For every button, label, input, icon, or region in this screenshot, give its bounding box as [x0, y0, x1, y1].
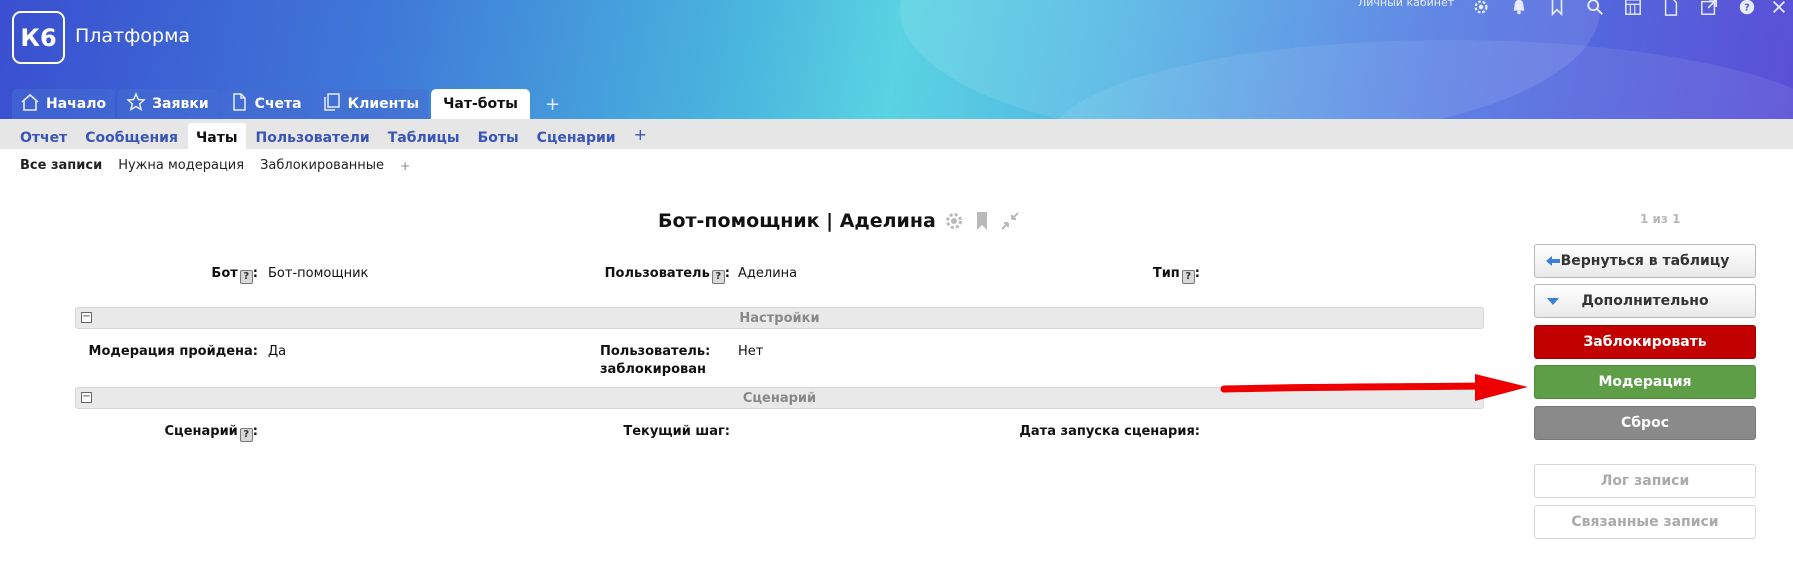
- user-field-value[interactable]: Аделина: [738, 266, 797, 281]
- tab-label: Заявки: [152, 96, 209, 112]
- button-label: Лог записи: [1600, 473, 1690, 489]
- app-title: Платформа: [75, 25, 191, 47]
- filter-blocked[interactable]: Заблокированные: [260, 158, 384, 173]
- label-text: Бот: [211, 266, 238, 281]
- button-label: Модерация: [1598, 374, 1692, 390]
- bookmark-icon[interactable]: [1548, 0, 1566, 17]
- document-icon[interactable]: [1662, 0, 1680, 16]
- record-title: Бот-помощник | Аделина: [658, 210, 936, 232]
- add-subtab-button[interactable]: +: [626, 119, 655, 149]
- subtab-users[interactable]: Пользователи: [248, 119, 378, 149]
- annotation-arrow: [1220, 374, 1528, 401]
- reset-button[interactable]: Сброс: [1534, 406, 1756, 440]
- user-field-label: Пользователь?:: [560, 266, 730, 284]
- filter-needs-moderation[interactable]: Нужна модерация: [118, 158, 244, 173]
- more-actions-button[interactable]: Дополнительно: [1534, 284, 1756, 318]
- moderation-button[interactable]: Модерация: [1534, 365, 1756, 399]
- user-blocked-label: Пользователь: заблокирован: [600, 344, 730, 377]
- sub-tabs: Отчет Сообщения Чаты Пользователи Таблиц…: [0, 119, 1793, 149]
- help-icon[interactable]: ?: [239, 270, 253, 284]
- close-icon[interactable]: [1770, 0, 1788, 16]
- tab-invoices[interactable]: Счета: [220, 89, 311, 119]
- button-label: Связанные записи: [1571, 514, 1719, 530]
- tab-requests[interactable]: Заявки: [118, 89, 218, 119]
- bot-field-label: Бот?:: [150, 266, 258, 284]
- search-icon[interactable]: [1586, 0, 1604, 16]
- external-link-icon[interactable]: [1700, 0, 1718, 16]
- filter-bar: Все записи Нужна модерация Заблокированн…: [20, 158, 410, 173]
- label-colon: :: [252, 424, 258, 439]
- type-field-label: Тип?:: [1100, 266, 1200, 284]
- button-label: Сброс: [1621, 415, 1669, 431]
- label-text: Тип: [1152, 266, 1180, 281]
- button-label: Вернуться в таблицу: [1560, 253, 1730, 269]
- main-tabs: Начало Заявки Счета Клиенты Чат-боты +: [12, 89, 572, 119]
- subtab-tables[interactable]: Таблицы: [380, 119, 468, 149]
- gear-icon[interactable]: [1472, 0, 1490, 16]
- subtab-messages[interactable]: Сообщения: [77, 119, 186, 149]
- subtab-bots[interactable]: Боты: [470, 119, 527, 149]
- add-filter-button[interactable]: +: [400, 159, 410, 173]
- help-icon[interactable]: ?: [1181, 270, 1195, 284]
- copy-icon: [322, 92, 342, 116]
- moderation-passed-value[interactable]: Да: [268, 344, 286, 359]
- filter-all-records[interactable]: Все записи: [20, 158, 102, 173]
- record-header: Бот-помощник | Аделина: [658, 210, 1020, 232]
- tab-clients[interactable]: Клиенты: [313, 89, 429, 119]
- label-colon: :: [1194, 266, 1200, 281]
- tab-label: Чат-боты: [443, 96, 518, 112]
- user-blocked-value[interactable]: Нет: [738, 344, 763, 359]
- document-icon: [229, 92, 249, 116]
- section-title: Настройки: [739, 311, 820, 326]
- pager: 1 из 1: [1640, 212, 1681, 226]
- triangle-down-icon: [1545, 293, 1561, 309]
- scenario-start-date-label: Дата запуска сценария:: [1019, 424, 1200, 439]
- back-to-table-button[interactable]: Вернуться в таблицу: [1534, 244, 1756, 278]
- label-text: Пользователь: [604, 266, 710, 281]
- current-step-label: Текущий шаг:: [623, 424, 730, 439]
- bot-field-value[interactable]: Бот-помощник: [268, 266, 368, 281]
- button-label: Заблокировать: [1583, 334, 1707, 350]
- app-header: К6 Платформа Личный кабинет ? Начало Зая…: [0, 0, 1793, 119]
- label-text: Сценарий: [164, 424, 238, 439]
- button-label: Дополнительно: [1581, 293, 1709, 309]
- bell-icon[interactable]: [1510, 0, 1528, 16]
- settings-section-header[interactable]: − Настройки: [75, 307, 1484, 329]
- help-icon[interactable]: ?: [1738, 0, 1756, 16]
- label-colon: :: [252, 266, 258, 281]
- add-tab-button[interactable]: +: [533, 89, 572, 119]
- help-icon[interactable]: ?: [711, 270, 725, 284]
- subtab-scenarios[interactable]: Сценарии: [529, 119, 624, 149]
- svg-text:?: ?: [1744, 3, 1750, 14]
- bookmark-icon[interactable]: [972, 211, 992, 231]
- logo[interactable]: К6: [12, 11, 65, 64]
- related-records-button[interactable]: Связанные записи: [1534, 505, 1756, 539]
- tab-label: Начало: [46, 96, 107, 112]
- star-icon: [126, 92, 146, 116]
- tab-chatbots[interactable]: Чат-боты: [431, 89, 530, 119]
- record-log-button[interactable]: Лог записи: [1534, 464, 1756, 498]
- block-button[interactable]: Заблокировать: [1534, 325, 1756, 359]
- gear-icon[interactable]: [944, 211, 964, 231]
- label-line: заблокирован: [600, 362, 707, 377]
- arrow-left-icon: [1545, 253, 1561, 269]
- label-line: Пользователь:: [600, 344, 711, 359]
- calculator-icon[interactable]: [1624, 0, 1642, 16]
- collapse-icon[interactable]: [1000, 211, 1020, 231]
- scenario-field-label: Сценарий?:: [120, 424, 258, 442]
- tab-label: Клиенты: [347, 96, 420, 112]
- subtab-report[interactable]: Отчет: [12, 119, 75, 149]
- personal-account-link[interactable]: Личный кабинет: [1358, 0, 1454, 9]
- tab-home[interactable]: Начало: [12, 89, 116, 119]
- moderation-passed-label: Модерация пройдена:: [88, 344, 258, 359]
- help-icon[interactable]: ?: [239, 428, 253, 442]
- home-icon: [20, 92, 40, 116]
- subtab-chats[interactable]: Чаты: [187, 123, 246, 149]
- tab-label: Счета: [254, 96, 302, 112]
- label-colon: :: [724, 266, 730, 281]
